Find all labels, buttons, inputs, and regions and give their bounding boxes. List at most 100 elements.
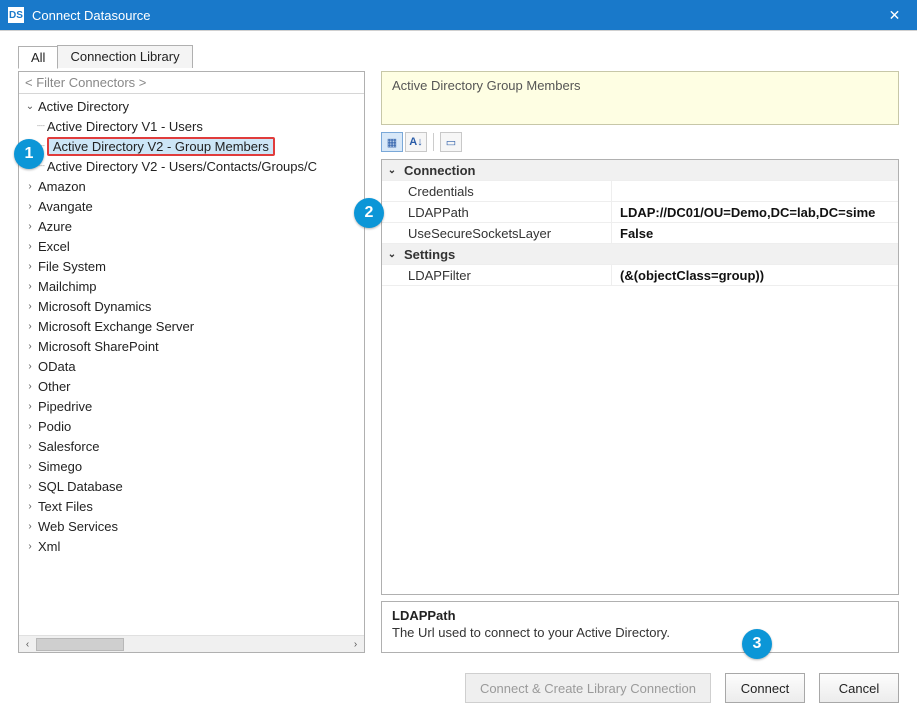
tree-node[interactable]: ›Web Services [19, 516, 364, 536]
step-badge-1: 1 [14, 139, 44, 169]
scrollbar-thumb[interactable] [36, 638, 124, 651]
chevron-right-icon: › [23, 401, 37, 412]
chevron-right-icon: › [23, 341, 37, 352]
pg-value[interactable]: False [612, 226, 898, 241]
alphabetical-view-button[interactable]: A↓ [405, 132, 427, 152]
chevron-right-icon: › [23, 461, 37, 472]
tree-node[interactable]: ›Microsoft Exchange Server [19, 316, 364, 336]
right-panel: Active Directory Group Members ▦ A↓ ▭ ⌄ … [381, 71, 899, 653]
chevron-right-icon: › [23, 301, 37, 312]
tree-node-label: OData [38, 359, 76, 374]
property-pages-button[interactable]: ▭ [440, 132, 462, 152]
chevron-down-icon: ⌄ [382, 165, 402, 176]
tree-dotted-icon: ┈ [37, 118, 44, 134]
pg-key: UseSecureSocketsLayer [382, 223, 612, 243]
close-button[interactable]: ✕ [872, 0, 917, 30]
pg-row-ldapfilter[interactable]: LDAPFilter (&(objectClass=group)) [382, 265, 898, 286]
connect-create-library-button: Connect & Create Library Connection [465, 673, 711, 703]
property-grid[interactable]: ⌄ Connection Credentials LDAPPath LDAP:/… [381, 159, 899, 595]
pg-key: Credentials [382, 181, 612, 201]
dialog-button-row: Connect & Create Library Connection Conn… [465, 673, 899, 703]
window-title: Connect Datasource [32, 8, 872, 23]
app-icon: DS [8, 7, 24, 23]
tree-node-label: SQL Database [38, 479, 123, 494]
tree-node-label: Active Directory V1 - Users [47, 119, 203, 134]
tree-node[interactable]: ›Text Files [19, 496, 364, 516]
tree-node-label: File System [38, 259, 106, 274]
tree-node-label: Active Directory V2 - Users/Contacts/Gro… [47, 159, 317, 174]
tree-node[interactable]: ›Pipedrive [19, 396, 364, 416]
tree-node-active-directory[interactable]: ⌄ Active Directory [19, 96, 364, 116]
propertygrid-toolbar: ▦ A↓ ▭ [381, 131, 899, 153]
tree-node[interactable]: ›OData [19, 356, 364, 376]
connector-title-box: Active Directory Group Members [381, 71, 899, 125]
chevron-right-icon: › [23, 421, 37, 432]
chevron-down-icon: ⌄ [23, 101, 37, 112]
tree-node[interactable]: ›Excel [19, 236, 364, 256]
tree-node[interactable]: ›Salesforce [19, 436, 364, 456]
tabstrip: All Connection Library [18, 45, 899, 68]
tree-node[interactable]: ›SQL Database [19, 476, 364, 496]
tree-node-ad-v2-group-members[interactable]: ┈ Active Directory V2 - Group Members [19, 136, 364, 156]
tab-connection-library[interactable]: Connection Library [57, 45, 192, 68]
tree-node-label: Mailchimp [38, 279, 97, 294]
tree-node[interactable]: ›Amazon [19, 176, 364, 196]
tree-node[interactable]: ›Xml [19, 536, 364, 556]
property-description-title: LDAPPath [392, 608, 888, 623]
connector-tree[interactable]: ⌄ Active Directory ┈ Active Directory V1… [19, 94, 364, 635]
pg-key: LDAPPath [382, 202, 612, 222]
tree-node-label: Other [38, 379, 71, 394]
filter-connectors-input[interactable]: < Filter Connectors > [19, 72, 364, 94]
tab-all[interactable]: All [18, 46, 58, 69]
chevron-right-icon: › [23, 221, 37, 232]
tree-node-ad-v2-users-contacts[interactable]: ┈ Active Directory V2 - Users/Contacts/G… [19, 156, 364, 176]
window-titlebar: DS Connect Datasource ✕ [0, 0, 917, 30]
tree-node-label: Active Directory [38, 99, 129, 114]
tree-node[interactable]: ›Microsoft Dynamics [19, 296, 364, 316]
pg-value[interactable]: (&(objectClass=group)) [612, 268, 898, 283]
connect-button[interactable]: Connect [725, 673, 805, 703]
tree-node-label: Microsoft Exchange Server [38, 319, 194, 334]
tree-node[interactable]: ›File System [19, 256, 364, 276]
pg-row-credentials[interactable]: Credentials [382, 181, 898, 202]
chevron-right-icon: › [23, 321, 37, 332]
pg-row-usessl[interactable]: UseSecureSocketsLayer False [382, 223, 898, 244]
tree-node[interactable]: ›Other [19, 376, 364, 396]
tree-node[interactable]: ›Simego [19, 456, 364, 476]
pg-category-settings[interactable]: ⌄ Settings [382, 244, 898, 265]
tree-node-label: Podio [38, 419, 71, 434]
cancel-button[interactable]: Cancel [819, 673, 899, 703]
tree-node-label: Avangate [38, 199, 93, 214]
pg-category-connection[interactable]: ⌄ Connection [382, 160, 898, 181]
panels: < Filter Connectors > ⌄ Active Directory… [18, 71, 899, 653]
tree-node[interactable]: ›Microsoft SharePoint [19, 336, 364, 356]
chevron-right-icon: › [23, 281, 37, 292]
tree-node[interactable]: ›Mailchimp [19, 276, 364, 296]
horizontal-scrollbar[interactable]: ‹ › [19, 635, 364, 652]
chevron-right-icon: › [23, 261, 37, 272]
categorized-icon: ▦ [387, 136, 397, 149]
pg-value[interactable]: LDAP://DC01/OU=Demo,DC=lab,DC=sime [612, 205, 898, 220]
pg-row-ldappath[interactable]: LDAPPath LDAP://DC01/OU=Demo,DC=lab,DC=s… [382, 202, 898, 223]
tree-node-label: Salesforce [38, 439, 99, 454]
pg-key: LDAPFilter [382, 265, 612, 285]
tree-node-label: Excel [38, 239, 70, 254]
tree-node[interactable]: ›Azure [19, 216, 364, 236]
tree-node-label: Azure [38, 219, 72, 234]
tree-node-label: Pipedrive [38, 399, 92, 414]
scrollbar-track[interactable] [36, 637, 347, 652]
tree-node-label: Simego [38, 459, 82, 474]
property-description-text: The Url used to connect to your Active D… [392, 625, 888, 640]
tree-node-label: Xml [38, 539, 60, 554]
connector-tree-panel: < Filter Connectors > ⌄ Active Directory… [18, 71, 365, 653]
chevron-right-icon: › [23, 441, 37, 452]
chevron-right-icon: › [23, 201, 37, 212]
tree-node[interactable]: ›Avangate [19, 196, 364, 216]
chevron-right-icon: › [23, 381, 37, 392]
scroll-right-icon[interactable]: › [347, 637, 364, 652]
scroll-left-icon[interactable]: ‹ [19, 637, 36, 652]
tree-node-ad-v1-users[interactable]: ┈ Active Directory V1 - Users [19, 116, 364, 136]
chevron-right-icon: › [23, 541, 37, 552]
categorized-view-button[interactable]: ▦ [381, 132, 403, 152]
tree-node[interactable]: ›Podio [19, 416, 364, 436]
